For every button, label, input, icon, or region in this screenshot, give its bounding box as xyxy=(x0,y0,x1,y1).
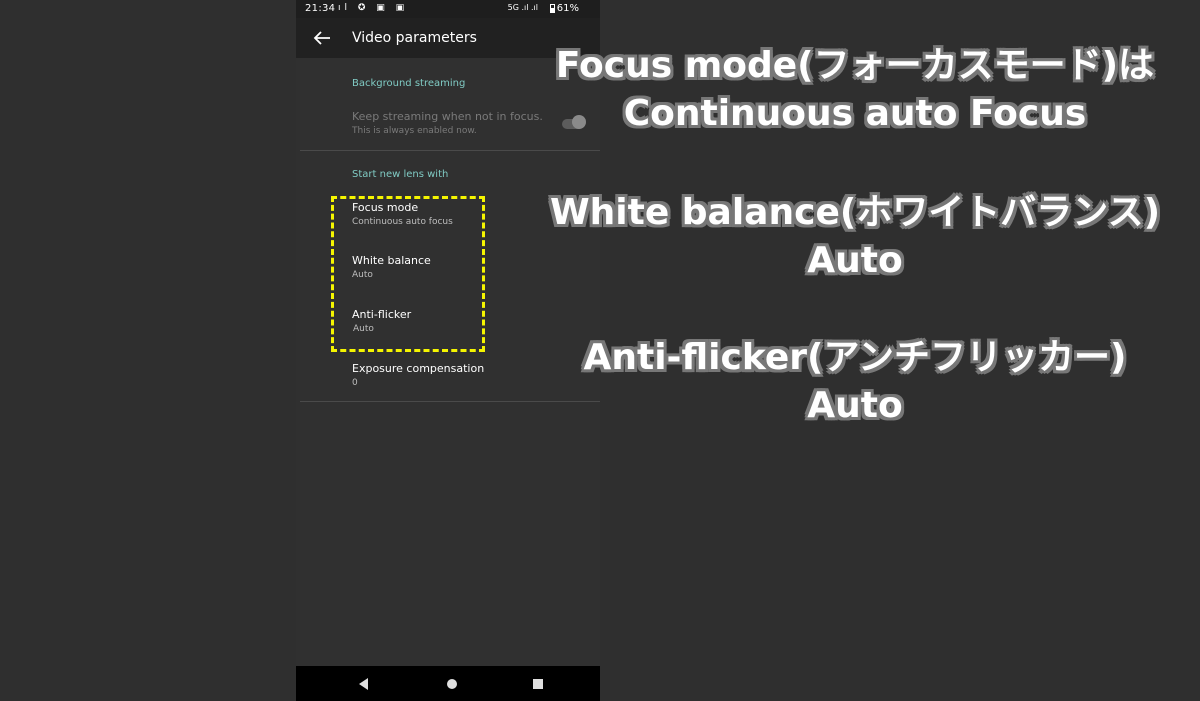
status-bar: 21:34 ıl ✪ ▣ ▣ 5G .ıl .ıl 61% xyxy=(296,0,600,18)
overlay-line: White balance(ホワイトバランス) xyxy=(549,192,1161,233)
keep-streaming-title: Keep streaming when not in focus. xyxy=(352,110,543,123)
arrow-left-icon xyxy=(313,31,330,45)
overlay-line: Auto xyxy=(807,240,903,281)
status-time: 21:34 xyxy=(305,3,336,14)
circle-home-icon xyxy=(447,679,457,689)
exposure-compensation-title: Exposure compensation xyxy=(352,362,485,375)
section-header-lens: Start new lens with xyxy=(352,169,449,180)
overlay-caption-white-balance: White balance(ホワイトバランス) Auto xyxy=(520,189,1190,285)
battery-icon xyxy=(550,4,555,13)
back-button[interactable] xyxy=(310,26,334,50)
nav-back-button[interactable] xyxy=(354,674,374,694)
square-recents-icon xyxy=(533,679,543,689)
exposure-compensation-value: 0 xyxy=(352,378,358,388)
keep-streaming-subtitle: This is always enabled now. xyxy=(352,126,477,136)
overlay-caption-anti-flicker: Anti-flicker(アンチフリッカー) Auto xyxy=(520,334,1190,430)
nav-home-button[interactable] xyxy=(442,674,462,694)
highlight-box xyxy=(331,196,485,352)
triangle-back-icon xyxy=(359,678,368,690)
overlay-line: Continuous auto Focus xyxy=(623,93,1087,134)
battery-percent: 61% xyxy=(556,3,579,14)
notification-icons: ıl ✪ ▣ ▣ xyxy=(338,3,409,13)
page-title: Video parameters xyxy=(352,30,477,46)
nav-recents-button[interactable] xyxy=(528,674,548,694)
divider xyxy=(300,150,600,151)
section-header-background: Background streaming xyxy=(352,78,466,89)
signal-icon: 5G .ıl .ıl xyxy=(507,3,538,12)
overlay-line: Anti-flicker(アンチフリッカー) xyxy=(583,337,1127,378)
navigation-bar xyxy=(296,666,600,701)
overlay-line: Focus mode(フォーカスモード)は xyxy=(555,45,1155,86)
overlay-caption-focus: Focus mode(フォーカスモード)は Continuous auto Fo… xyxy=(520,42,1190,138)
overlay-line: Auto xyxy=(807,385,903,426)
